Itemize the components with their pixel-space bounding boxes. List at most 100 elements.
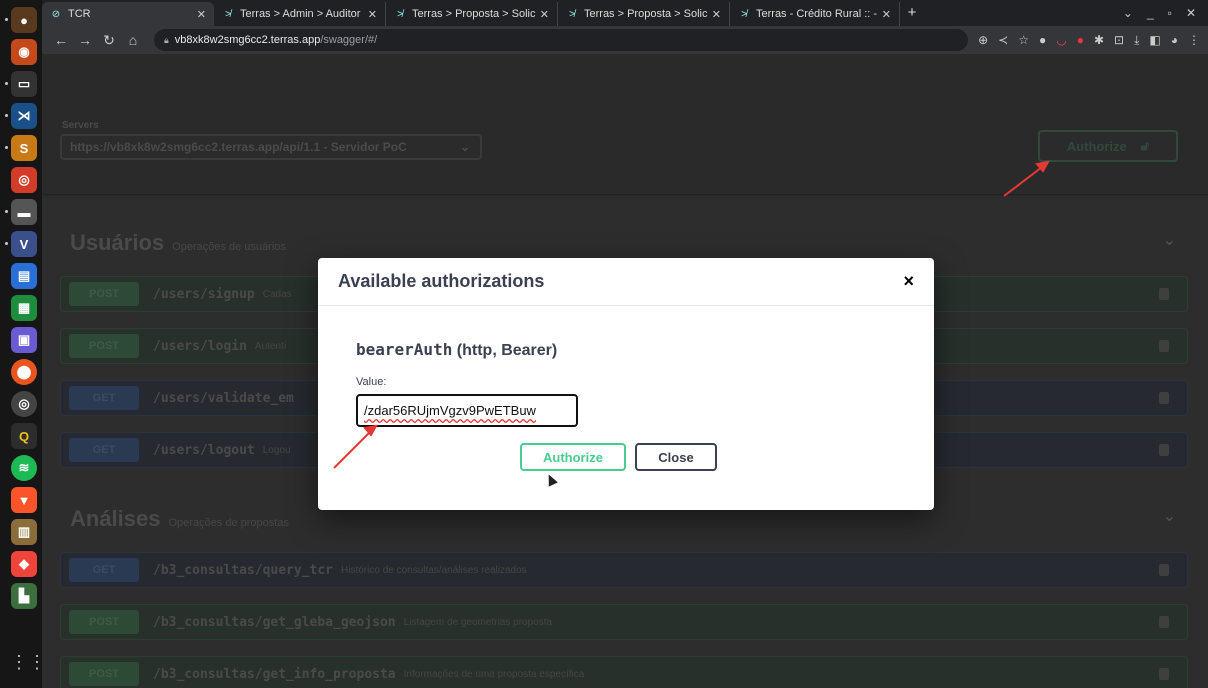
lock-icon[interactable] [1159,564,1169,576]
home-icon[interactable]: ⌂ [122,32,144,48]
files-icon[interactable]: ▬ [5,199,37,225]
new-tab-button[interactable]: + [900,2,924,26]
monitor-icon[interactable]: ▙ [11,583,37,609]
ubuntu-dock: ● ◉ ▭ ⋊ S ◎ ▬ V ▤ ▦ ▣ ⬤ ◎ Q ≋ ▼ ▥ ◆ ▙ ⋮⋮… [0,0,64,688]
tab-title: Terras > Proposta > Solici [412,8,536,20]
firefox-icon[interactable]: ◉ [11,39,37,65]
tab-search-icon[interactable]: ⌄ [1123,6,1133,20]
cast-icon[interactable]: ⊡ [1114,33,1124,48]
lock-icon[interactable] [1159,444,1169,456]
method-badge: POST [69,282,139,306]
zoom-icon[interactable]: ⊕ [978,33,988,48]
postman-icon[interactable]: ◎ [11,167,37,193]
section-usuarios[interactable]: Usuários Operações de usuários [70,230,286,256]
menu-icon[interactable]: ⋮ [1188,33,1200,48]
chevron-down-icon[interactable]: ⌄ [1163,230,1176,250]
modal-header: Available authorizations × [318,258,934,306]
bookmark-star-icon[interactable]: ☆ [1018,33,1029,48]
ubuntu-icon[interactable]: ⬤ [11,359,37,385]
download-icon[interactable]: ⤓ [1134,33,1139,48]
op-path: /users/validate_em [153,390,294,406]
reload-icon[interactable]: ↻ [98,32,120,49]
op-get-info-proposta[interactable]: POST /b3_consultas/get_info_proposta Inf… [60,656,1188,688]
auth-scheme-name: bearerAuth [356,340,453,359]
vscode-icon[interactable]: ⋊ [5,103,37,129]
op-get-gleba-geojson[interactable]: POST /b3_consultas/get_gleba_geojson Lis… [60,604,1188,640]
address-bar-fill[interactable] [442,29,969,51]
sublime-icon[interactable]: S [5,135,37,161]
extension-icon[interactable]: ● [1039,33,1046,48]
method-badge: POST [69,610,139,634]
puzzle-icon[interactable]: ✱ [1094,33,1104,48]
lock-icon[interactable] [1159,616,1169,628]
chevron-down-icon[interactable]: ⌄ [1163,506,1176,526]
method-badge: GET [69,386,139,410]
profile-avatar-icon[interactable]: ◕ [1171,33,1178,48]
modal-title: Available authorizations [338,271,545,291]
tab-proposta-1[interactable]: ≯ Terras > Proposta > Solici ✕ [386,2,558,26]
section-analises[interactable]: Análises Operações de propostas [70,506,289,532]
back-icon[interactable]: ← [50,32,72,48]
tab-credito-rural[interactable]: ≯ Terras - Crédito Rural :: - ✕ [730,2,900,26]
dbeaver-icon[interactable]: ▥ [11,519,37,545]
modal-authorize-button[interactable]: Authorize [520,443,626,471]
chrome-icon[interactable]: ● [5,7,37,33]
address-bar[interactable]: 🔒︎ vb8xk8w2smg6cc2.terras.app/swagger/#/ [154,29,454,51]
op-desc: Listagem de geometrias proposta [403,616,553,628]
schemes-bar: Servers https://vb8xk8w2smg6cc2.terras.a… [42,54,1208,194]
brave-icon[interactable]: ▼ [11,487,37,513]
tab-admin-auditor[interactable]: ≯ Terras > Admin > Auditor ✕ [214,2,386,26]
tab-strip: ⊘ TCR ✕ ≯ Terras > Admin > Auditor ✕ ≯ T… [42,0,1208,26]
forward-icon[interactable]: → [74,32,96,48]
pocket-icon[interactable]: ◡ [1056,33,1066,48]
unlock-icon: 🔓︎ [1140,138,1150,153]
minimize-icon[interactable]: _ [1147,6,1154,20]
virtualbox-icon[interactable]: V [5,231,37,257]
close-tab-icon[interactable]: ✕ [540,8,549,21]
disks-icon[interactable]: ◎ [11,391,37,417]
screenshot-icon[interactable]: ▣ [11,327,37,353]
op-desc: Autenti [254,340,287,352]
sheets-icon[interactable]: ▦ [11,295,37,321]
terras-icon: ≯ [225,8,231,20]
lock-icon[interactable]: 🔒︎ [164,35,169,46]
share-icon[interactable]: ≺ [998,33,1008,48]
close-tab-icon[interactable]: ✕ [882,8,891,21]
op-desc: Histórico de consultas/análises realizad… [341,564,527,576]
op-path: /users/logout [153,442,255,458]
op-query-tcr[interactable]: GET /b3_consultas/query_tcr Histórico de… [60,552,1188,588]
terras-icon: ≯ [741,8,747,20]
modal-close-button[interactable]: Close [635,443,717,471]
lock-icon[interactable] [1159,340,1169,352]
lock-icon[interactable] [1159,668,1169,680]
close-tab-icon[interactable]: ✕ [712,8,721,21]
close-window-icon[interactable]: ✕ [1186,6,1196,20]
show-apps-icon[interactable]: ⋮⋮⋮ [10,652,64,678]
lock-icon[interactable] [1159,288,1169,300]
terminal-icon[interactable]: ▭ [5,71,37,97]
url-host: vb8xk8w2smg6cc2.terras.app [174,34,321,46]
lock-icon[interactable] [1159,392,1169,404]
close-icon[interactable]: × [903,271,914,292]
authorize-label: Authorize [1066,138,1127,154]
search-app-icon[interactable]: Q [11,423,37,449]
method-badge: GET [69,438,139,462]
close-tab-icon[interactable]: ✕ [368,8,377,21]
op-path: /users/signup [153,286,255,302]
tab-tcr[interactable]: ⊘ TCR ✕ [42,2,214,26]
extension-icon[interactable]: ● [1077,33,1084,48]
tab-proposta-2[interactable]: ≯ Terras > Proposta > Solici ✕ [558,2,730,26]
maximize-icon[interactable]: ▫ [1168,6,1172,20]
anydesk-icon[interactable]: ◆ [11,551,37,577]
spotify-icon[interactable]: ≋ [11,455,37,481]
servers-select[interactable]: https://vb8xk8w2smg6cc2.terras.app/api/1… [60,134,482,160]
servers-label: Servers [62,120,99,131]
close-tab-icon[interactable]: ✕ [197,8,206,21]
section-desc: Operações de propostas [168,517,289,529]
op-path: /b3_consultas/get_info_proposta [153,666,396,682]
sidepanel-icon[interactable]: ◧ [1149,33,1160,48]
authorize-button[interactable]: Authorize 🔓︎ [1038,130,1178,162]
docs-icon[interactable]: ▤ [11,263,37,289]
op-desc: Logou [262,444,291,456]
token-input[interactable]: /zdar56RUjmVgzv9PwETBuw [356,394,578,427]
